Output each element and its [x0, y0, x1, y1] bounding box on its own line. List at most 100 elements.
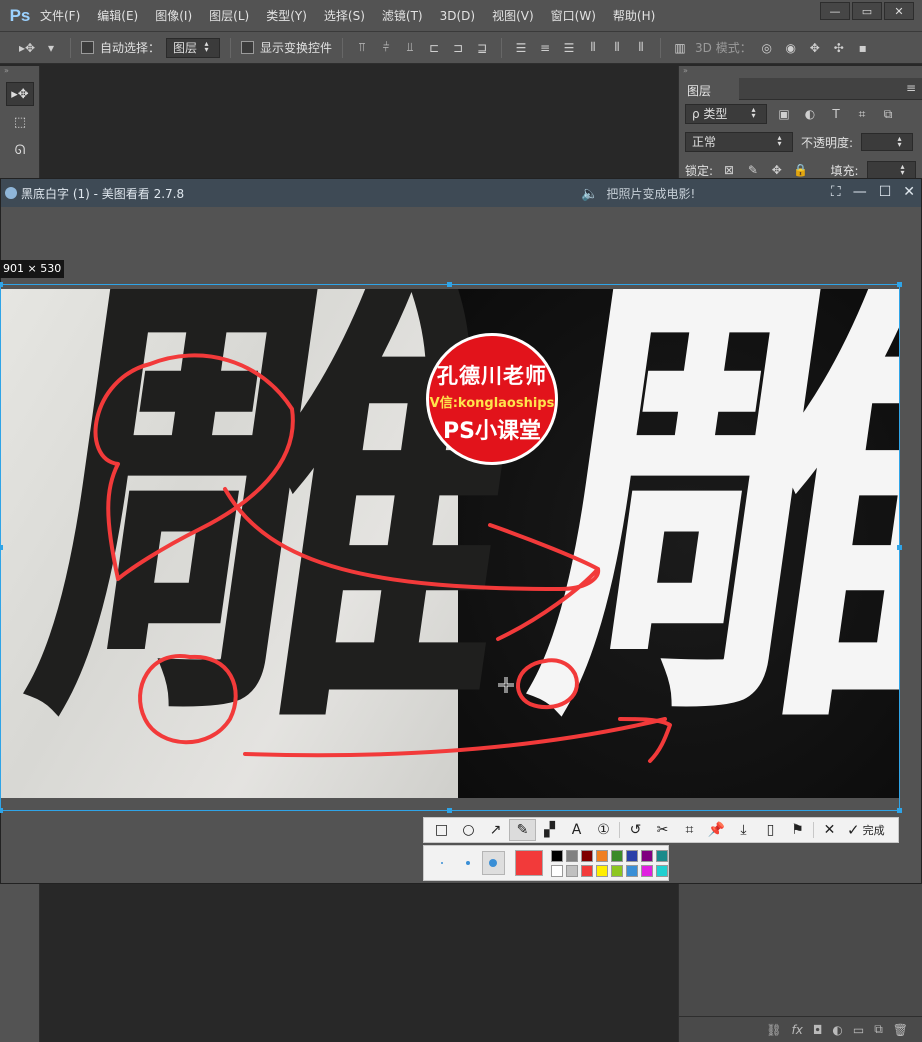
- lock-paint-icon[interactable]: ✎: [745, 161, 761, 179]
- pin-icon[interactable]: 📌: [703, 819, 730, 841]
- type-filter-icon[interactable]: T: [827, 105, 845, 123]
- tab-layers[interactable]: 图层: [679, 78, 739, 100]
- close-icon[interactable]: ✕: [816, 819, 843, 841]
- brush-size-large[interactable]: [481, 851, 506, 875]
- roll-3d-icon[interactable]: ◉: [782, 39, 800, 57]
- cut-icon[interactable]: ✂: [649, 819, 676, 841]
- color-swatch[interactable]: [581, 864, 593, 877]
- align-bottom-icon[interactable]: ⫫: [401, 39, 419, 57]
- menu-3d[interactable]: 3D(D): [440, 9, 475, 23]
- menu-help[interactable]: 帮助(H): [613, 7, 655, 24]
- color-swatch[interactable]: [656, 849, 668, 862]
- crop-icon[interactable]: ⌗: [676, 819, 703, 841]
- menu-layer[interactable]: 图层(L): [209, 7, 249, 24]
- color-swatch[interactable]: [626, 849, 638, 862]
- color-swatch[interactable]: [656, 864, 668, 877]
- align-left-icon[interactable]: ⊏: [425, 39, 443, 57]
- link-icon[interactable]: ⛓: [766, 1023, 781, 1037]
- text-icon[interactable]: A: [563, 819, 590, 841]
- lock-transparent-icon[interactable]: ⊠: [721, 161, 737, 179]
- menu-file[interactable]: 文件(F): [40, 7, 80, 24]
- viewer-promo[interactable]: 🔈 把照片变成电影!: [581, 185, 695, 202]
- pan-3d-icon[interactable]: ✥: [806, 39, 824, 57]
- mosaic-icon[interactable]: ▞: [536, 819, 563, 841]
- resize-handle[interactable]: [447, 282, 452, 287]
- current-color-swatch[interactable]: [515, 850, 543, 876]
- rectangle-icon[interactable]: □: [428, 819, 455, 841]
- distribute-vcenter-icon[interactable]: ≡: [536, 39, 554, 57]
- color-swatch[interactable]: [596, 849, 608, 862]
- panel-menu-icon[interactable]: ≡: [906, 81, 916, 95]
- color-swatch[interactable]: [566, 864, 578, 877]
- layer-filter-dropdown[interactable]: ρ 类型: [685, 104, 767, 124]
- image-filter-icon[interactable]: ▣: [775, 105, 793, 123]
- undo-icon[interactable]: ↺: [622, 819, 649, 841]
- shape-filter-icon[interactable]: ⌗: [853, 105, 871, 123]
- color-swatch[interactable]: [626, 864, 638, 877]
- menu-view[interactable]: 视图(V): [492, 7, 534, 24]
- done-button[interactable]: ✓ 完成: [843, 821, 885, 839]
- folder-icon[interactable]: ▭: [853, 1023, 864, 1037]
- resize-handle[interactable]: [897, 808, 902, 813]
- align-vcenter-icon[interactable]: ⫩: [377, 39, 395, 57]
- resize-handle[interactable]: [897, 282, 902, 287]
- opacity-input[interactable]: [861, 133, 914, 151]
- brush-size-small[interactable]: [430, 851, 454, 875]
- resize-handle[interactable]: [897, 545, 902, 550]
- scale-3d-icon[interactable]: ▪: [854, 39, 872, 57]
- auto-align-icon[interactable]: ▥: [671, 39, 689, 57]
- lasso-tool-icon[interactable]: ᘏ: [6, 138, 34, 162]
- color-swatch[interactable]: [566, 849, 578, 862]
- close-button[interactable]: ✕: [884, 2, 914, 20]
- menu-image[interactable]: 图像(I): [155, 7, 192, 24]
- align-right-icon[interactable]: ⊒: [473, 39, 491, 57]
- color-swatch[interactable]: [641, 849, 653, 862]
- move-tool-icon[interactable]: ▸✥: [6, 82, 34, 106]
- align-top-icon[interactable]: ⫪: [353, 39, 371, 57]
- distribute-hcenter-icon[interactable]: ⦀: [608, 39, 626, 57]
- blend-mode-dropdown[interactable]: 正常: [685, 132, 793, 152]
- resize-handle[interactable]: [0, 545, 3, 550]
- adjustment-icon[interactable]: ◐: [832, 1023, 842, 1037]
- trash-icon[interactable]: 🗑: [893, 1023, 908, 1037]
- auto-select-checkbox[interactable]: [81, 41, 94, 54]
- bookmark-icon[interactable]: ⚑: [784, 819, 811, 841]
- menu-edit[interactable]: 编辑(E): [97, 7, 138, 24]
- color-swatch[interactable]: [611, 864, 623, 877]
- color-swatch[interactable]: [596, 864, 608, 877]
- marquee-tool-icon[interactable]: ⬚: [6, 110, 34, 134]
- color-swatch[interactable]: [611, 849, 623, 862]
- close-icon[interactable]: ✕: [903, 184, 915, 200]
- panel-collapse-icon[interactable]: »: [0, 66, 39, 78]
- minimize-button[interactable]: —: [820, 2, 850, 20]
- resize-handle[interactable]: [0, 282, 3, 287]
- minimize-icon[interactable]: —: [853, 184, 867, 200]
- adjust-filter-icon[interactable]: ◐: [801, 105, 819, 123]
- lock-all-icon[interactable]: 🔒: [793, 161, 809, 179]
- resize-handle[interactable]: [447, 808, 452, 813]
- auto-select-dropdown[interactable]: 图层: [166, 37, 221, 58]
- fx-icon[interactable]: fx: [792, 1023, 803, 1037]
- new-layer-icon[interactable]: ⧉: [874, 1022, 883, 1037]
- maximize-button[interactable]: ▭: [852, 2, 882, 20]
- menu-type[interactable]: 类型(Y): [266, 7, 307, 24]
- brush-size-medium[interactable]: [456, 851, 480, 875]
- ellipse-icon[interactable]: ○: [455, 819, 482, 841]
- save-icon[interactable]: ▯: [757, 819, 784, 841]
- slide-3d-icon[interactable]: ✣: [830, 39, 848, 57]
- rotate-3d-icon[interactable]: ◎: [758, 39, 776, 57]
- panel-collapse-icon[interactable]: »: [679, 66, 922, 78]
- move-tool-icon[interactable]: ▸✥: [18, 39, 36, 57]
- pencil-icon[interactable]: ✎: [509, 819, 536, 841]
- color-swatch[interactable]: [581, 849, 593, 862]
- show-transform-checkbox[interactable]: [241, 41, 255, 54]
- number-icon[interactable]: ①: [590, 819, 617, 841]
- fill-input[interactable]: [866, 161, 916, 179]
- color-swatch[interactable]: [641, 864, 653, 877]
- arrow-icon[interactable]: ↗: [482, 819, 509, 841]
- lock-position-icon[interactable]: ✥: [769, 161, 785, 179]
- distribute-bottom-icon[interactable]: ☰: [560, 39, 578, 57]
- menu-select[interactable]: 选择(S): [324, 7, 365, 24]
- distribute-left-icon[interactable]: ⦀: [584, 39, 602, 57]
- chevron-down-icon[interactable]: ▾: [42, 39, 60, 57]
